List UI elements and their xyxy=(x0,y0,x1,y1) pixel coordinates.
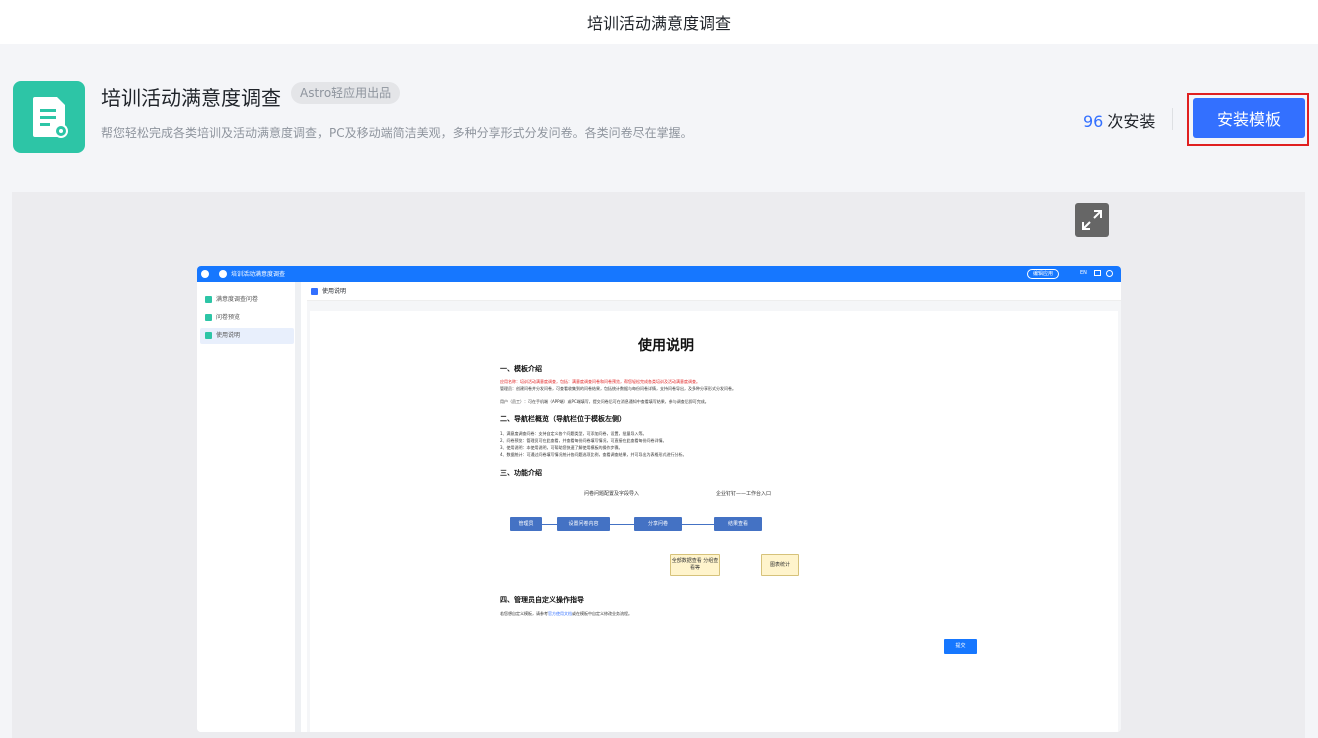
doc-section-heading: 四、管理员自定义操作指导 xyxy=(500,596,584,604)
flow-note-text: 全部数据查看 分组查看等 xyxy=(671,558,719,571)
doc-section-heading: 二、导航栏概览（导航栏位于模板左侧） xyxy=(500,415,626,423)
flow-note-box: 图表统计 xyxy=(761,554,799,576)
preview-screenshot: 培训活动满意度调查 编辑应用 EN 满意度调查问卷 问卷预览 使用说明 使用说明… xyxy=(197,266,1121,732)
preview-submit-button: 提交 xyxy=(944,639,977,654)
flow-node: 设置问卷内容 xyxy=(557,517,610,531)
doc-line: 2、问卷预览：管理员可在此查看，并查看每份问卷填写情况，可直接在此查看每份问卷详… xyxy=(500,438,667,443)
app-description: 帮您轻松完成各类培训及活动满意度调查，PC及移动端简洁美观，多种分享形式分发问卷… xyxy=(101,126,693,140)
install-count: 96 次安装 xyxy=(1083,108,1155,132)
sidebar-item-label: 使用说明 xyxy=(216,332,241,339)
preview-edit-button: 编辑应用 xyxy=(1027,269,1060,279)
preview-app-title: 培训活动满意度调查 xyxy=(231,271,286,278)
flow-arrow xyxy=(682,524,714,525)
preview-sidebar-item: 满意度调查问卷 xyxy=(200,292,294,308)
preview-icon xyxy=(205,314,212,321)
breadcrumb-label: 使用说明 xyxy=(322,288,347,295)
mail-icon xyxy=(1094,270,1101,276)
doc-text: 若您想自定义模板，请参考 xyxy=(500,611,548,616)
preview-content: 使用说明 一、模板介绍 应用名称：培训活动满意度调查，包括：满意度调查问卷和问卷… xyxy=(307,301,1121,732)
divider xyxy=(1172,108,1173,130)
install-count-label: 次安装 xyxy=(1107,112,1156,131)
top-bar: 培训活动满意度调查 xyxy=(0,0,1318,44)
doc-line: 用户（员工）：可在手机端（APP端）或PC端填写，提交问卷后可在消息通知中查看填… xyxy=(500,399,709,404)
preview-lang: EN xyxy=(1080,270,1087,276)
doc-line: 3、使用说明：本使用说明，可帮助您快速了解使用模板的操作步骤。 xyxy=(500,445,623,450)
doc-title: 使用说明 xyxy=(638,338,694,354)
function-flowchart: 问卷问题配置及字段导入 企业钉钉——工作台入口 管理员 设置问卷内容 分享问卷 … xyxy=(508,487,808,587)
preview-topbar: 培训活动满意度调查 编辑应用 EN xyxy=(197,266,1121,282)
sidebar-item-label: 满意度调查问卷 xyxy=(216,296,259,303)
install-template-button[interactable]: 安装模板 xyxy=(1193,98,1305,138)
preview-breadcrumb: 使用说明 xyxy=(307,282,1121,301)
expand-arrows-icon[interactable] xyxy=(1075,203,1109,237)
form-icon xyxy=(205,296,212,303)
flow-note-text: 图表统计 xyxy=(769,561,790,568)
flow-note-box: 全部数据查看 分组查看等 xyxy=(670,554,720,576)
publisher-badge: Astro轻应用出品 xyxy=(291,82,401,104)
page-icon xyxy=(311,288,318,295)
page-title: 培训活动满意度调查 xyxy=(586,14,731,33)
template-header: 培训活动满意度调查 Astro轻应用出品 帮您轻松完成各类培训及活动满意度调查，… xyxy=(0,44,1318,194)
doc-icon xyxy=(205,332,212,339)
help-icon xyxy=(1106,270,1113,277)
document-gear-icon xyxy=(13,81,85,153)
flow-note: 问卷问题配置及字段导入 xyxy=(584,491,640,497)
sidebar-item-label: 问卷预览 xyxy=(216,314,241,321)
doc-line: 管理员：创建问卷并分发问卷，可查看收集到的问卷结果，包括统计数据与每份问卷详情，… xyxy=(500,386,736,391)
flow-node: 分享问卷 xyxy=(634,517,682,531)
flow-node: 管理员 xyxy=(510,517,542,531)
install-count-number: 96 xyxy=(1083,112,1104,131)
flow-node: 结果查看 xyxy=(714,517,762,531)
template-preview: 培训活动满意度调查 编辑应用 EN 满意度调查问卷 问卷预览 使用说明 使用说明… xyxy=(12,192,1305,738)
app-logo-icon xyxy=(219,270,227,278)
back-icon xyxy=(201,270,209,278)
doc-section-heading: 一、模板介绍 xyxy=(500,365,542,373)
doc-line: 1、满意度调查问卷：支持自定义各个问题类型，可添加问卷，设置，批量导入等。 xyxy=(500,431,647,436)
app-title: 培训活动满意度调查 xyxy=(101,86,281,110)
doc-text: 或在模板中自定义修改业务流程。 xyxy=(572,611,632,616)
doc-line: 若您想自定义模板，请参考官方使用文档或在模板中自定义修改业务流程。 xyxy=(500,611,632,617)
preview-sidebar-item: 问卷预览 xyxy=(200,310,294,326)
flow-note: 企业钉钉——工作台入口 xyxy=(716,491,772,497)
doc-line: 4、数据统计：可通过问卷填写情况统计各问题选项比例，查看调查结果，并可导出为表格… xyxy=(500,452,687,457)
flow-arrow xyxy=(542,524,557,525)
doc-link: 官方使用文档 xyxy=(548,611,572,616)
flow-arrow xyxy=(610,524,634,525)
doc-line: 应用名称：培训活动满意度调查，包括：满意度调查问卷和问卷预览，帮您轻松完成各类培… xyxy=(500,379,700,384)
doc-section-heading: 三、功能介绍 xyxy=(500,469,542,477)
preview-page: 使用说明 一、模板介绍 应用名称：培训活动满意度调查，包括：满意度调查问卷和问卷… xyxy=(310,311,1118,732)
